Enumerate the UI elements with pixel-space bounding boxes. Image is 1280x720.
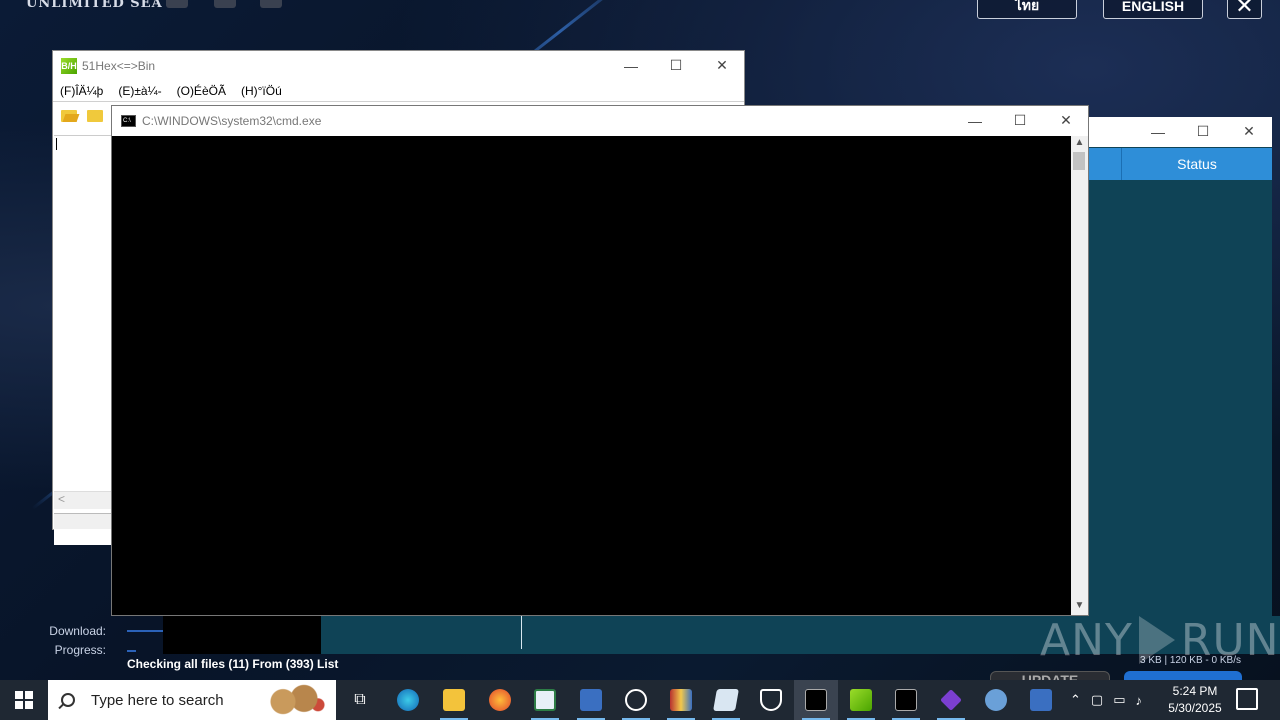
- launcher-top-icon[interactable]: [260, 0, 282, 8]
- taskbar-clock[interactable]: 5:24 PM 5/30/2025: [1160, 683, 1230, 717]
- status-bar: [54, 513, 112, 529]
- menu-help[interactable]: (H)°ïÖú: [241, 84, 282, 98]
- search-placeholder: Type here to search: [91, 691, 224, 709]
- taskbar-search[interactable]: Type here to search: [48, 680, 336, 720]
- scroll-up-icon[interactable]: ▲: [1071, 137, 1088, 151]
- watermark-right: RUN: [1180, 614, 1280, 666]
- close-icon: ✕: [1060, 112, 1072, 128]
- minimize-button[interactable]: —: [608, 51, 654, 80]
- taskbar: Type here to search ⧉ ⌃ ▢ ▭ ♪ 5:24 PM 5/…: [0, 680, 1280, 720]
- column-header-status[interactable]: Status: [1122, 148, 1272, 180]
- maximize-button[interactable]: ☐: [997, 106, 1043, 135]
- minimize-icon: —: [1151, 123, 1165, 140]
- search-icon: [61, 693, 75, 707]
- network-icon[interactable]: ▭: [1113, 692, 1125, 708]
- mail-icon[interactable]: [704, 680, 748, 720]
- notification-icon[interactable]: [1236, 688, 1258, 710]
- clock-date: 5/30/2025: [1168, 701, 1222, 715]
- network-tool-icon[interactable]: [569, 680, 613, 720]
- search-highlight-image: [262, 684, 332, 716]
- console-output[interactable]: [112, 136, 1071, 615]
- status-list-window: — ☐ ✕ Status: [1088, 117, 1272, 617]
- system-tray: ⌃ ▢ ▭ ♪: [1070, 680, 1142, 720]
- black-panel: [163, 616, 321, 654]
- hexbin-app-icon: B/H: [61, 58, 77, 74]
- file-check-status: Checking all files (11) From (393) List: [127, 657, 339, 671]
- menu-bar: (F)ÎÄ¼þ (E)±à¼- (O)ÉèÖÃ (H)°ïÖú: [53, 80, 744, 102]
- hex-window-titlebar[interactable]: B/H 51Hex<=>Bin — ☐ ✕: [53, 51, 744, 80]
- cmd-app-icon: C:\: [121, 115, 136, 127]
- folder-icon[interactable]: [87, 110, 103, 122]
- close-icon: ✕: [1235, 0, 1254, 18]
- progress-label: Progress:: [54, 643, 106, 657]
- app-window-icon[interactable]: [523, 680, 567, 720]
- brand-logo: UNLIMITED SEA: [26, 0, 163, 11]
- hexbin-icon[interactable]: [839, 680, 883, 720]
- window-title: C:\WINDOWS\system32\cmd.exe: [142, 114, 322, 128]
- close-button[interactable]: ✕: [1043, 106, 1089, 135]
- close-icon: ✕: [716, 57, 728, 73]
- file-explorer-icon[interactable]: [432, 680, 476, 720]
- menu-options[interactable]: (O)ÉèÖÃ: [177, 84, 226, 98]
- header-separator: [1088, 148, 1122, 180]
- cmd-icon-2[interactable]: [884, 680, 928, 720]
- minimize-icon: —: [968, 112, 982, 129]
- overall-progress-bar: [127, 650, 136, 652]
- scroll-down-icon[interactable]: ▼: [1071, 600, 1088, 614]
- lang-english-button[interactable]: ENGLISH: [1103, 0, 1203, 19]
- windows-logo-icon: [15, 691, 33, 709]
- volume-icon[interactable]: ♪: [1136, 693, 1143, 708]
- close-button[interactable]: ✕: [1226, 117, 1272, 146]
- tray-app-icon[interactable]: [974, 680, 1018, 720]
- firefox-icon[interactable]: [478, 680, 522, 720]
- minimize-button[interactable]: —: [952, 106, 998, 135]
- horizontal-scrollbar[interactable]: <: [54, 491, 112, 509]
- maximize-icon: ☐: [1013, 112, 1027, 128]
- launcher-close-button[interactable]: ✕: [1227, 0, 1262, 19]
- scroll-thumb[interactable]: [1073, 152, 1085, 170]
- ccleaner-icon[interactable]: [614, 680, 658, 720]
- maximize-button[interactable]: ☐: [1180, 117, 1226, 146]
- start-button[interactable]: [0, 680, 48, 720]
- list-header: Status: [1088, 148, 1272, 180]
- close-icon: ✕: [1243, 123, 1255, 139]
- minimize-icon: —: [624, 57, 638, 74]
- launcher-top-icon[interactable]: [214, 0, 236, 8]
- meet-now-icon[interactable]: ▢: [1091, 692, 1103, 708]
- winrar-icon[interactable]: [659, 680, 703, 720]
- text-cursor: [56, 138, 57, 150]
- open-folder-icon[interactable]: [61, 110, 77, 122]
- minimize-button[interactable]: —: [1135, 117, 1181, 146]
- hex-text-area[interactable]: [54, 135, 112, 545]
- visual-studio-icon[interactable]: [929, 680, 973, 720]
- maximize-icon: ☐: [1196, 123, 1210, 139]
- toolbar: [53, 104, 113, 128]
- maximize-button[interactable]: ☐: [653, 51, 699, 80]
- window-title: 51Hex<=>Bin: [82, 59, 156, 73]
- close-button[interactable]: ✕: [699, 51, 745, 80]
- vertical-scrollbar[interactable]: ▲ ▼: [1071, 136, 1088, 615]
- download-progress-bar: [127, 630, 163, 632]
- clock-time: 5:24 PM: [1172, 684, 1218, 698]
- menu-edit[interactable]: (E)±à¼-: [118, 84, 161, 98]
- task-view-icon[interactable]: ⧉: [338, 680, 382, 720]
- tray-app-icon-2[interactable]: [1019, 680, 1063, 720]
- list-window-titlebar[interactable]: — ☐ ✕: [1088, 117, 1272, 147]
- chevron-up-icon[interactable]: ⌃: [1070, 692, 1081, 708]
- download-label: Download:: [49, 624, 106, 638]
- shield-icon[interactable]: [749, 680, 793, 720]
- cmd-window-titlebar[interactable]: C:\ C:\WINDOWS\system32\cmd.exe — ☐ ✕: [112, 106, 1088, 136]
- cmd-window: C:\ C:\WINDOWS\system32\cmd.exe — ☐ ✕ ▲ …: [111, 105, 1089, 616]
- lang-thai-button[interactable]: ไทย: [977, 0, 1077, 19]
- play-icon: [1138, 616, 1175, 664]
- cmd-icon[interactable]: [794, 680, 838, 720]
- edge-icon[interactable]: [386, 680, 430, 720]
- menu-file[interactable]: (F)ÎÄ¼þ: [60, 84, 103, 98]
- scroll-left-icon[interactable]: <: [58, 492, 65, 506]
- maximize-icon: ☐: [669, 57, 683, 73]
- anyrun-watermark: ANY RUN: [1040, 614, 1279, 666]
- watermark-left: ANY: [1040, 614, 1133, 666]
- launcher-top-icon[interactable]: [166, 0, 188, 8]
- progress-marker: [521, 616, 522, 649]
